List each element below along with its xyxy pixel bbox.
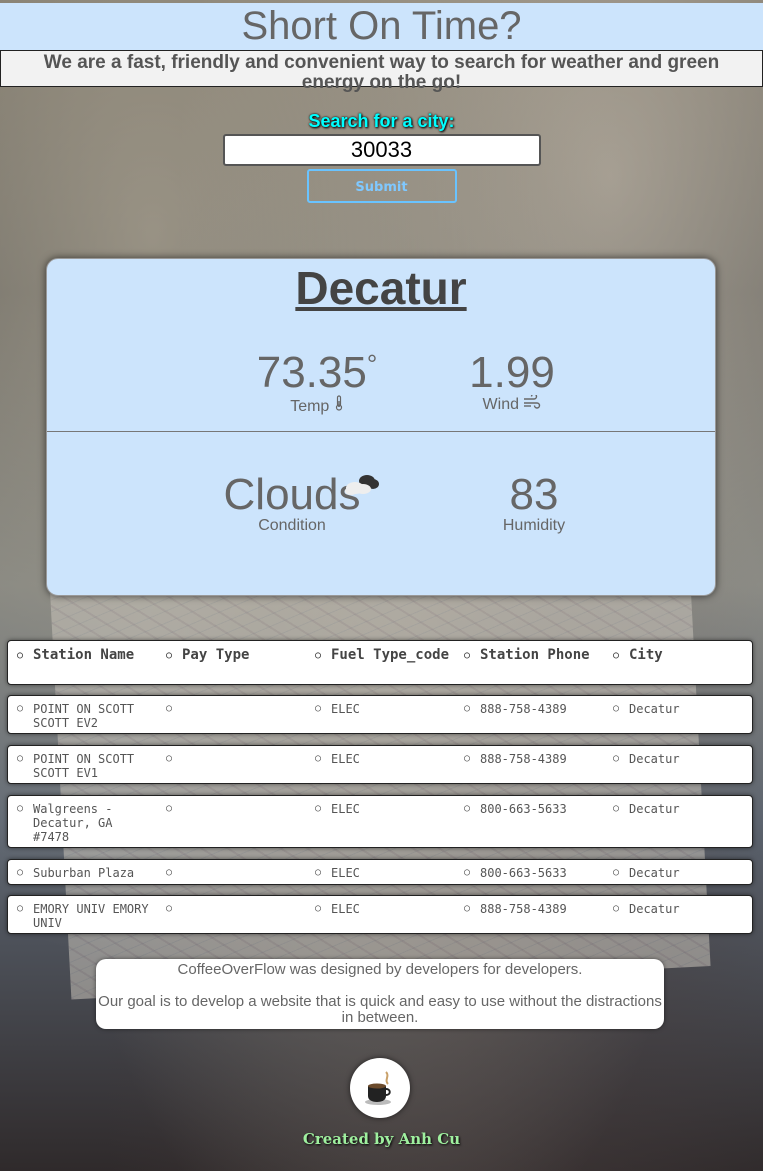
fuel-type: ELEC (315, 702, 451, 716)
temp-stat: 73.35° Temp (197, 351, 437, 416)
credit-text: Created by Anh Cu (302, 1130, 461, 1148)
station-name: EMORY UNIV EMORY UNIV (17, 902, 153, 930)
tagline: We are a fast, friendly and convenient w… (0, 50, 763, 93)
stations-header-row: Station Name Pay Type Fuel Type_code Sta… (7, 640, 753, 685)
fuel-type: ELEC (315, 902, 451, 916)
temp-unit: ° (366, 349, 378, 379)
wind-stat: 1.99 Wind (437, 351, 587, 414)
header-fuel-type: Fuel Type_code (315, 647, 451, 664)
about-line-1: CoffeeOverFlow was designed by developer… (177, 961, 583, 978)
page-header: Short On Time? We are a fast, friendly a… (0, 3, 763, 93)
station-phone: 800-663-5633 (464, 866, 600, 880)
station-phone: 888-758-4389 (464, 752, 600, 766)
fuel-type: ELEC (315, 752, 451, 766)
station-phone: 888-758-4389 (464, 702, 600, 716)
search-label: Search for a city: (308, 111, 455, 131)
station-city: Decatur (613, 902, 749, 916)
humidity-stat: 83 Humidity (467, 473, 601, 535)
table-row: Suburban Plaza ELEC 800-663-5633 Decatur (7, 859, 753, 885)
wind-icon (523, 393, 541, 413)
city-search-form: Search for a city: Submit (0, 111, 763, 203)
station-city: Decatur (613, 752, 749, 766)
table-row: POINT ON SCOTT SCOTT EV1 ELEC 888-758-43… (7, 745, 753, 784)
clouds-icon (343, 471, 381, 502)
page-title: Short On Time? (0, 3, 763, 50)
temp-value: 73.35 (256, 348, 367, 397)
thermometer-icon (334, 395, 344, 415)
station-name: Suburban Plaza (17, 866, 153, 880)
about-line-2: Our goal is to develop a website that is… (98, 993, 662, 1026)
fuel-type: ELEC (315, 866, 451, 880)
coffee-cup-icon (350, 1058, 410, 1118)
header-station-phone: Station Phone (464, 647, 600, 664)
temp-label: Temp (290, 398, 330, 415)
wind-value: 1.99 (469, 348, 555, 397)
about-box: CoffeeOverFlow was designed by developer… (96, 959, 664, 1029)
station-city: Decatur (613, 702, 749, 716)
station-phone: 888-758-4389 (464, 902, 600, 916)
card-divider (47, 431, 715, 432)
table-row: Walgreens - Decatur, GA #7478 ELEC 800-6… (7, 795, 753, 848)
wind-label: Wind (482, 396, 519, 413)
table-row: POINT ON SCOTT SCOTT EV2 ELEC 888-758-43… (7, 695, 753, 734)
table-row: EMORY UNIV EMORY UNIV ELEC 888-758-4389 … (7, 895, 753, 934)
city-name: Decatur (295, 262, 467, 314)
station-name: Walgreens - Decatur, GA #7478 (17, 802, 153, 844)
station-city: Decatur (613, 802, 749, 816)
submit-button[interactable]: Submit (306, 169, 457, 203)
station-city: Decatur (613, 866, 749, 880)
header-station-name: Station Name (17, 647, 153, 664)
header-pay-type: Pay Type (166, 647, 302, 664)
humidity-value: 83 (509, 470, 559, 519)
station-name: POINT ON SCOTT SCOTT EV1 (17, 752, 153, 780)
station-phone: 800-663-5633 (464, 802, 600, 816)
header-city: City (613, 647, 749, 664)
city-search-input[interactable] (222, 134, 541, 166)
station-name: POINT ON SCOTT SCOTT EV2 (17, 702, 153, 730)
fuel-type: ELEC (315, 802, 451, 816)
humidity-label: Humidity (502, 517, 566, 534)
condition-label: Condition (258, 517, 326, 534)
weather-card: Decatur 73.35° Temp 1.99 Wind Clouds Con… (46, 258, 716, 596)
